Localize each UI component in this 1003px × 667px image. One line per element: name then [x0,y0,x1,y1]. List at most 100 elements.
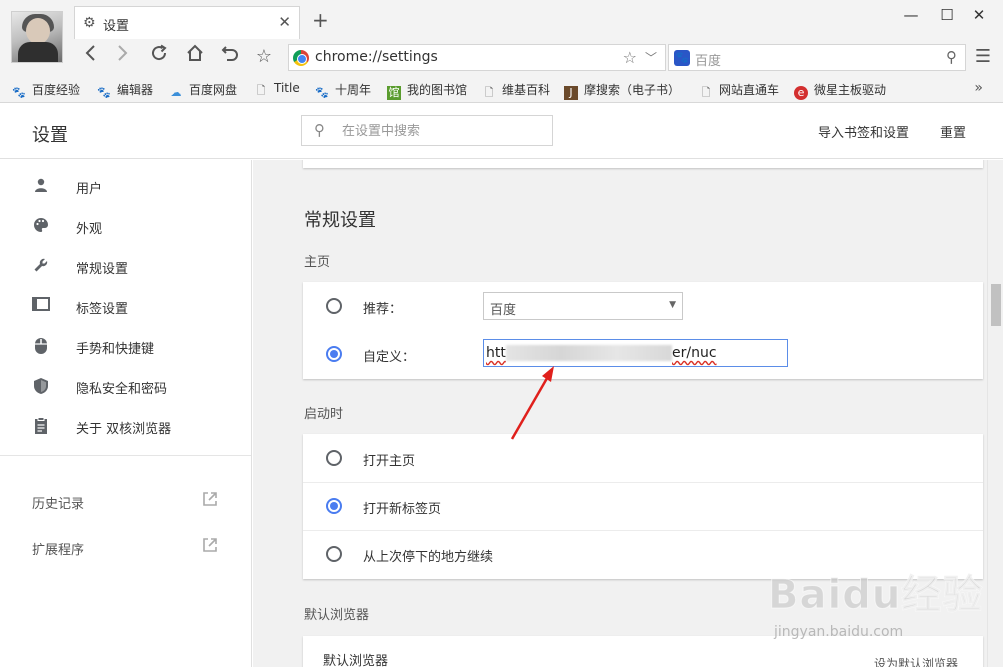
watermark-url: jingyan.baidu.com [774,624,904,640]
sidebar-item-label: 用户 [76,182,103,197]
palette-icon [32,217,50,235]
radio-custom[interactable] [326,346,342,362]
bookmark-label: 微星主板驱动 [814,83,887,97]
sidebar-item-label: 外观 [76,222,103,237]
new-tab-button[interactable]: + [312,10,329,30]
startup-option-label: 从上次停下的地方继续 [363,550,494,565]
cloud-icon: ☁ [170,86,182,99]
custom-url-start: htt [486,345,506,361]
sidebar-link-extensions[interactable]: 扩展程序 [0,527,251,567]
previous-section-card [303,160,983,168]
reload-button[interactable] [146,44,172,70]
tab-settings[interactable]: ⚙ 设置 ✕ [74,6,300,39]
sidebar: 用户 外观 常规设置 标签设置 手势和快捷键 隐私安全和密码 关于 双核浏览器 … [0,160,252,667]
bookmark-item[interactable]: 🐾 十周年 [315,81,371,100]
menu-button[interactable]: ☰ [970,44,996,70]
library-icon: 馆 [387,86,401,100]
bookmarks-bar: 🐾 百度经验 🐾 编辑器 ☁ 百度网盘 🗋 Title 🐾 十周年 馆我的图书馆 🗋 维基百… [0,76,1003,102]
browser-chrome: ⚙ 设置 ✕ + — ☐ ✕ ☆ chrome://settings ☆ ﹀ 🐾… [0,0,1003,103]
recommend-select[interactable]: 百度 ▼ [483,292,683,320]
scrollbar-thumb[interactable] [991,284,1001,326]
undo-close-button[interactable] [217,44,243,70]
bookmark-item[interactable]: e 微星主板驱动 [794,81,886,100]
sidebar-item-privacy[interactable]: 隐私安全和密码 [0,366,251,406]
homepage-label: 主页 [304,255,331,270]
sidebar-item-users[interactable]: 用户 [0,166,251,206]
radio-startup-home[interactable] [326,450,342,466]
undo-icon [221,46,238,61]
bookmark-star-button[interactable]: ☆ [251,44,277,70]
baidu-paw-icon: 🐾 [12,86,26,99]
chevron-down-icon[interactable]: ﹀ [645,49,657,66]
startup-option-home[interactable]: 打开主页 [303,434,983,482]
startup-card: 打开主页 打开新标签页 从上次停下的地方继续 [303,434,983,579]
bookmark-label: 十周年 [335,83,372,97]
window-close-button[interactable]: ✕ [964,6,994,24]
sidebar-item-appearance[interactable]: 外观 [0,206,251,246]
bookmark-item[interactable]: ☁ 百度网盘 [169,81,238,100]
search-icon: ⚲ [314,121,325,139]
import-bookmarks-link[interactable]: 导入书签和设置 [818,122,909,141]
bookmark-item[interactable]: 🐾 百度经验 [12,81,80,100]
shield-icon [32,377,50,395]
search-icon[interactable]: ⚲ [946,48,957,66]
sidebar-item-general[interactable]: 常规设置 [0,246,251,286]
settings-search-input[interactable] [342,121,542,141]
scrollbar[interactable] [987,160,1003,667]
default-browser-row-label: 默认浏览器 [323,654,389,667]
radio-recommend[interactable] [326,298,342,314]
reset-link[interactable]: 重置 [940,122,966,141]
sidebar-item-about[interactable]: 关于 双核浏览器 [0,406,251,446]
page-icon: 🗋 [701,86,711,99]
search-engine-placeholder: 百度 [695,54,722,69]
radio-startup-newtab[interactable] [326,498,342,514]
dropdown-arrow-icon: ▼ [669,300,676,310]
avatar-body [18,42,58,62]
radio-startup-continue[interactable] [326,546,342,562]
bookmark-label: 百度经验 [32,83,81,97]
homepage-custom-row[interactable]: 自定义： htt er/nuc [303,330,983,378]
startup-option-label: 打开新标签页 [363,502,442,517]
bookmark-item[interactable]: 馆我的图书馆 [387,81,467,100]
settings-search-box[interactable]: ⚲ [301,115,553,146]
close-icon[interactable]: ✕ [278,13,291,31]
bookmark-label: Title [274,81,300,95]
sidebar-item-gestures[interactable]: 手势和快捷键 [0,326,251,366]
bookmark-item[interactable]: 🗋 网站直通车 [699,81,779,100]
mouse-icon [32,337,50,355]
homepage-recommend-row[interactable]: 推荐： 百度 ▼ [303,282,983,330]
msi-icon: e [794,86,808,100]
star-icon[interactable]: ☆ [623,48,637,67]
search-engine-box[interactable]: 🐾 百度 ⚲ [668,44,966,71]
watermark-logo: Baidu经验 [767,572,984,619]
set-default-browser-button[interactable]: 设为默认浏览器 [874,655,958,667]
hamburger-icon: ☰ [974,46,992,67]
bookmark-item[interactable]: 🗋 Title [254,81,300,98]
tab-icon [32,297,50,315]
star-outline-icon: ☆ [255,46,273,67]
forward-button[interactable] [110,44,136,70]
page-icon: 🗋 [484,86,494,99]
sidebar-item-tabs[interactable]: 标签设置 [0,286,251,326]
baidu-watermark: Baidu经验 jingyan.baidu.com [767,562,988,652]
startup-option-newtab[interactable]: 打开新标签页 [303,482,983,530]
wrench-icon [32,257,50,275]
address-bar[interactable]: chrome://settings ☆ ﹀ [288,44,666,71]
home-button[interactable] [182,44,208,70]
bookmark-label: 网站直通车 [719,83,780,97]
back-button[interactable] [77,44,103,70]
profile-avatar[interactable] [11,11,63,63]
sidebar-link-history[interactable]: 历史记录 [0,481,251,521]
j-icon: J [564,86,578,100]
bookmarks-overflow-icon[interactable]: » [974,80,983,96]
sidebar-link-label: 扩展程序 [32,543,85,558]
bookmark-item[interactable]: 🐾 编辑器 [97,81,153,100]
maximize-button[interactable]: ☐ [932,6,962,24]
home-icon [187,44,203,61]
section-title: 常规设置 [304,210,376,231]
sidebar-item-label: 常规设置 [76,262,129,277]
custom-url-end: er/nuc [672,345,717,361]
bookmark-item[interactable]: 🗋 维基百科 [482,81,550,100]
bookmark-item[interactable]: J 摩搜索（电子书） [564,81,680,100]
minimize-button[interactable]: — [896,6,926,24]
